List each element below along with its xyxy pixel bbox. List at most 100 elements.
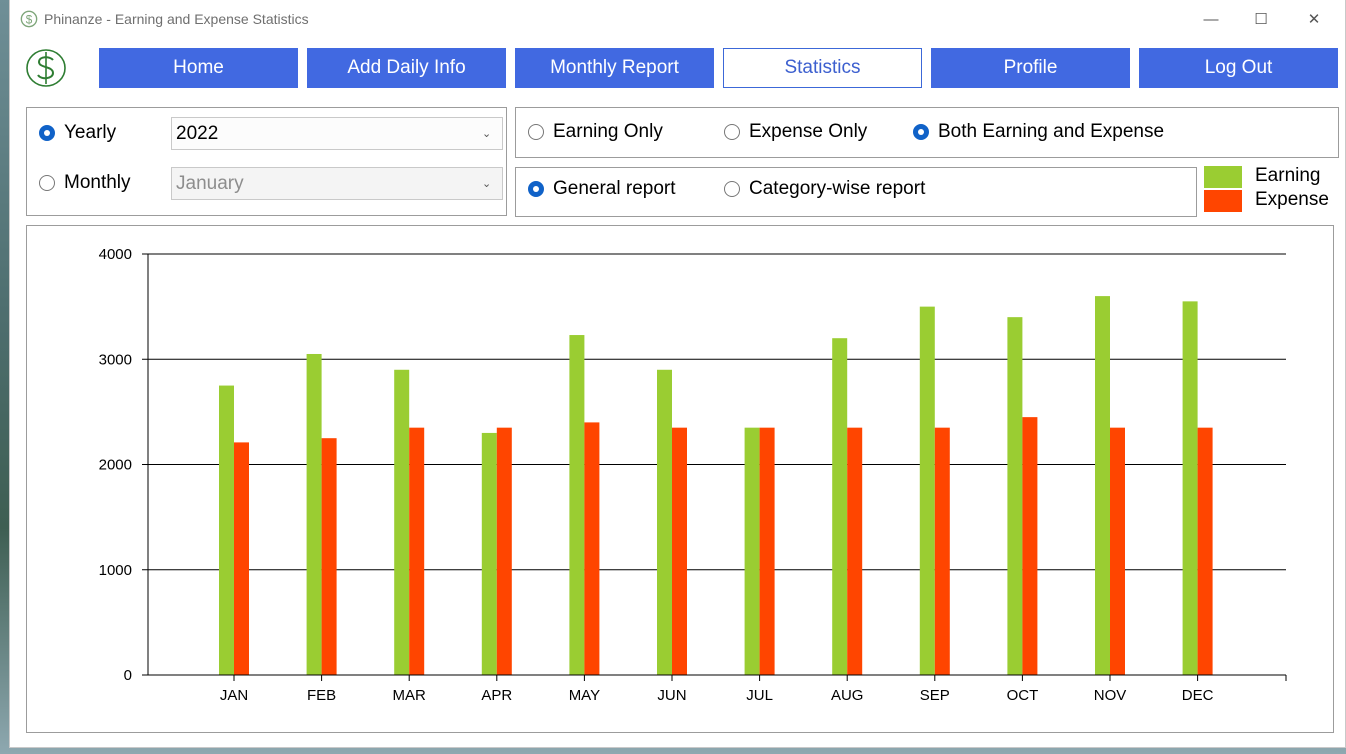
year-select[interactable]: 2022 ⌄ [171,117,503,150]
earning-bar [481,432,497,675]
minimize-icon: — [1203,10,1219,28]
earning-bar [1095,296,1110,675]
x-tick-label: JUN [657,687,686,704]
x-tick-label: SEP [920,687,950,704]
category-report-radio-indicator [724,181,740,197]
both-label: Both Earning and Expense [938,121,1165,142]
legend-earning-label: Earning [1255,165,1321,186]
nav-home-button[interactable]: Home [99,48,298,88]
x-tick-label: AUG [831,687,864,704]
earning-bar [657,369,672,675]
nav-add-daily-info-button[interactable]: Add Daily Info [307,48,506,88]
year-value: 2022 [176,122,219,144]
earning-bar [832,338,848,675]
expense-only-radio-indicator [724,124,740,140]
general-report-label: General report [553,178,676,199]
expense-bar [934,427,950,675]
category-report-radio[interactable]: Category-wise report [724,178,925,200]
month-value: January [176,172,244,194]
earning-bar [919,306,935,675]
dollar-circle-icon [26,49,66,87]
earning-bar [1007,317,1023,675]
expense-bar [584,422,600,675]
y-tick-label: 3000 [99,351,132,368]
nav-profile-label: Profile [1003,57,1058,78]
report-panel: General report Category-wise report [515,167,1197,217]
chevron-down-icon: ⌄ [482,128,492,140]
expense-bar [1197,427,1213,675]
yearly-radio-indicator [39,125,55,141]
both-radio-indicator [913,124,929,140]
y-tick-label: 1000 [99,562,132,579]
legend-earning-swatch [1204,166,1242,188]
chevron-down-icon: ⌄ [482,178,492,190]
earning-only-radio-indicator [528,124,544,140]
y-tick-label: 0 [124,667,132,684]
earning-bar [306,353,322,675]
chart-panel: 0 1000 2000 3000 4000 JAN FEB MAR APR MAY JUN JUL AU… [26,225,1334,733]
minimize-button[interactable]: — [1185,4,1237,34]
nav-monthly-report-label: Monthly Report [550,57,679,78]
x-tick-label: OCT [1007,687,1039,704]
maximize-icon: ☐ [1254,11,1268,28]
x-tick-label: JUL [746,687,773,704]
expense-bar [1022,417,1038,675]
x-tick-label: FEB [307,687,336,704]
earning-only-radio[interactable]: Earning Only [528,121,663,143]
expense-only-label: Expense Only [749,121,868,142]
both-radio[interactable]: Both Earning and Expense [913,121,1164,143]
x-tick-label: JAN [220,687,248,704]
nav-log-out-button[interactable]: Log Out [1139,48,1338,88]
expense-bar [409,427,425,675]
bar-chart: 0 1000 2000 3000 4000 JAN FEB MAR APR MAY JUN JUL AU… [99,246,1287,704]
nav-monthly-report-button[interactable]: Monthly Report [515,48,714,88]
general-report-radio[interactable]: General report [528,178,676,200]
title-bar: $ Phinanze - Earning and Expense Statist… [10,0,1345,38]
maximize-button[interactable]: ☐ [1235,4,1287,34]
monthly-radio-indicator [39,175,55,191]
y-tick-label: 4000 [99,246,132,263]
nav-log-out-label: Log Out [1204,57,1273,78]
earning-bar [569,335,585,675]
expense-bar [847,427,863,675]
app-window: $ Phinanze - Earning and Expense Statist… [9,0,1346,748]
close-icon: ✕ [1307,11,1321,28]
expense-bar [1110,427,1125,675]
x-tick-label: DEC [1182,687,1214,704]
nav-home-label: Home [173,57,224,78]
general-report-radio-indicator [528,181,544,197]
monthly-radio[interactable]: Monthly [39,172,131,194]
nav-statistics-label: Statistics [784,57,861,78]
yearly-radio[interactable]: Yearly [39,122,116,144]
expense-bar [672,427,687,675]
window-title: Phinanze - Earning and Expense Statistic… [44,11,309,27]
earning-only-label: Earning Only [553,121,663,142]
nav-statistics-button[interactable]: Statistics [723,48,922,88]
legend-expense-swatch [1204,190,1242,212]
earning-bar [744,427,760,675]
type-panel: Earning Only Expense Only Both Earning a… [515,107,1339,158]
yearly-label: Yearly [64,122,117,143]
period-panel: Yearly 2022 ⌄ Monthly January ⌄ [26,107,507,216]
nav-add-daily-info-label: Add Daily Info [347,57,466,78]
x-tick-label: NOV [1094,687,1127,704]
y-tick-label: 2000 [99,457,132,474]
legend-expense-label: Expense [1255,189,1329,210]
app-icon: $ [20,10,38,28]
close-button[interactable]: ✕ [1288,4,1340,34]
nav-profile-button[interactable]: Profile [931,48,1130,88]
month-select[interactable]: January ⌄ [171,167,503,200]
monthly-label: Monthly [64,172,131,193]
x-tick-label: MAR [393,687,427,704]
expense-bar [759,427,775,675]
earning-bar [219,385,234,675]
expense-bar [321,438,337,675]
x-tick-label: MAY [569,687,600,704]
x-tick-label: APR [481,687,512,704]
expense-bar [496,427,512,675]
expense-only-radio[interactable]: Expense Only [724,121,867,143]
earning-bar [394,369,410,675]
expense-bar [234,442,249,675]
category-report-label: Category-wise report [749,178,926,199]
earning-bar [1182,301,1198,675]
